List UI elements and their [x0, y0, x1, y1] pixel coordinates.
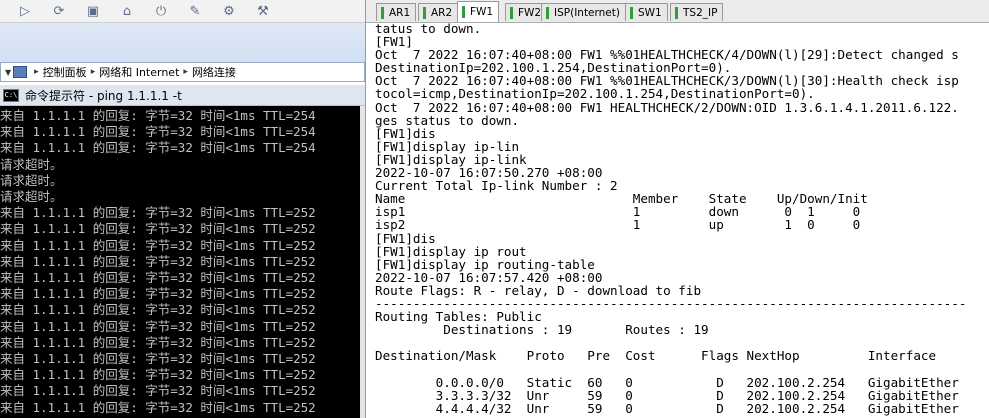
terminal-line: tocol=icmp,DestinationIp=202.100.1.254,D… — [375, 86, 815, 102]
tab-fw1[interactable]: FW1 — [457, 1, 500, 22]
terminal-line: 3.3.3.3/32 Unr 59 0 D 202.100.2.254 Giga… — [375, 387, 959, 403]
console-line: 来自 1.1.1.1 的回复: 字节=32 时间<1ms TTL=252 — [0, 351, 316, 367]
terminal-line: 4.4.4.4/32 Unr 59 0 D 202.100.2.254 Giga… — [375, 400, 959, 416]
terminal-line: [FW1]display ip routing-table — [375, 256, 595, 272]
terminal-line: [FW1]display ip-lin — [375, 138, 520, 154]
console-line: 来自 1.1.1.1 的回复: 字节=32 时间<1ms TTL=252 — [0, 302, 316, 318]
terminal-line: [FW1]dis — [375, 125, 436, 141]
status-indicator-icon — [546, 6, 549, 19]
tab-ar1[interactable]: AR1 — [376, 3, 417, 21]
terminal-line: Destination/Mask Proto Pre Cost Flags Ne… — [375, 348, 937, 364]
terminal-line: Oct 7 2022 16:07:40+08:00 FW1 HEALTHCHEC… — [375, 99, 959, 115]
terminal-line: Destinations : 19 Routes : 19 — [375, 322, 709, 338]
status-indicator-icon — [423, 6, 426, 19]
terminal-line: [FW1]dis — [375, 230, 436, 246]
breadcrumb-control-panel[interactable]: 控制面板 — [43, 64, 87, 80]
console-line: 来自 1.1.1.1 的回复: 字节=32 时间<1ms TTL=254 — [0, 124, 316, 140]
home-icon[interactable]: ⌂ — [118, 2, 136, 20]
right-pane: AR1 AR2 FW1 FW2 ISP(Internet) SW1 TS2_IP tatus… — [365, 0, 989, 418]
console-line: 来自 1.1.1.1 的回复: 字节=32 时间<1ms TTL=254 — [0, 140, 316, 156]
terminal-line: ges status to down. — [375, 112, 520, 128]
tab-label: SW1 — [638, 6, 662, 19]
tab-label: FW2 — [518, 6, 542, 19]
terminal-line: tatus to down. — [375, 22, 482, 36]
terminal-line: isp2 1 up 1 0 0 — [375, 217, 861, 233]
chevron-right-icon[interactable]: ▸ — [34, 67, 39, 77]
console-line: 来自 1.1.1.1 的回复: 字节=32 时间<1ms TTL=252 — [0, 221, 316, 237]
folder-icon — [13, 66, 28, 78]
console-line: 来自 1.1.1.1 的回复: 字节=32 时间<1ms TTL=252 — [0, 270, 316, 286]
tab-ts2-ip[interactable]: TS2_IP — [670, 3, 724, 21]
breadcrumb-network-connections[interactable]: 网络连接 — [192, 64, 236, 80]
console-line: 来自 1.1.1.1 的回复: 字节=32 时间<1ms TTL=252 — [0, 399, 316, 415]
console-line: 来自 1.1.1.1 的回复: 字节=32 时间<1ms TTL=252 — [0, 205, 316, 221]
console-line: 请求超时。 — [0, 172, 63, 188]
stop-icon[interactable]: ▣ — [84, 2, 102, 20]
status-indicator-icon — [510, 6, 513, 19]
terminal-line: 2022-10-07 16:07:57.420 +08:00 — [375, 269, 603, 285]
tab-label: AR2 — [431, 6, 453, 19]
tools-icon[interactable]: ⚒ — [254, 2, 272, 20]
vm-toolbar: ▷ ⟳ ▣ ⌂ ⏻ ✎ ⚙ ⚒ — [0, 0, 365, 23]
console-line: 来自 1.1.1.1 的回复: 字节=32 时间<1ms TTL=252 — [0, 286, 316, 302]
console-line: 来自 1.1.1.1 的回复: 字节=32 时间<1ms TTL=252 — [0, 383, 316, 399]
chevron-down-icon[interactable]: ▼ — [5, 68, 11, 77]
tab-label: ISP(Internet) — [554, 6, 620, 19]
device-tab-bar: AR1 AR2 FW1 FW2 ISP(Internet) SW1 TS2_IP — [366, 0, 989, 23]
terminal-line: [FW1]display ip rout — [375, 243, 527, 259]
tab-label: AR1 — [389, 6, 411, 19]
status-indicator-icon — [675, 6, 678, 19]
refresh-icon[interactable]: ⟳ — [50, 2, 68, 20]
console-line: 来自 1.1.1.1 的回复: 字节=32 时间<1ms TTL=252 — [0, 318, 316, 334]
fw1-terminal[interactable]: tatus to down. [FW1] Oct 7 2022 16:07:40+0… — [375, 22, 989, 418]
cmd-console[interactable]: 来自 1.1.1.1 的回复: 字节=32 时间<1ms TTL=254 来自 1… — [0, 106, 360, 418]
wrench-icon[interactable]: ✎ — [186, 2, 204, 20]
chevron-right-icon[interactable]: ▸ — [183, 67, 188, 77]
cmd-window-title-bar[interactable]: C:\ 命令提示符 - ping 1.1.1.1 -t — [0, 85, 365, 106]
tab-isp-internet[interactable]: ISP(Internet) — [541, 3, 626, 21]
console-line: 来自 1.1.1.1 的回复: 字节=32 时间<1ms TTL=252 — [0, 334, 316, 350]
status-indicator-icon — [462, 6, 465, 18]
left-pane: ▷ ⟳ ▣ ⌂ ⏻ ✎ ⚙ ⚒ ▼ ▸ 控制面板 ▸ 网络和 Internet ▸ 网络连接 … — [0, 0, 365, 418]
tab-ar2[interactable]: AR2 — [418, 3, 459, 21]
tab-label: TS2_IP — [683, 6, 718, 19]
play-icon[interactable]: ▷ — [16, 2, 34, 20]
cmd-window-title: 命令提示符 - ping 1.1.1.1 -t — [25, 88, 182, 103]
power-icon[interactable]: ⏻ — [152, 2, 170, 20]
terminal-line: 0.0.0.0/0 Static 60 0 D 202.100.2.254 Gi… — [375, 374, 959, 390]
console-line: 请求超时。 — [0, 189, 63, 205]
tab-label: FW1 — [470, 6, 494, 18]
cmd-icon: C:\ — [3, 88, 19, 102]
settings-icon[interactable]: ⚙ — [220, 2, 238, 20]
terminal-line: Route Flags: R - relay, D - download to … — [375, 282, 702, 298]
status-indicator-icon — [630, 6, 633, 19]
console-line: 来自 1.1.1.1 的回复: 字节=32 时间<1ms TTL=254 — [0, 108, 316, 123]
tab-sw1[interactable]: SW1 — [625, 3, 668, 21]
address-bar[interactable]: ▼ ▸ 控制面板 ▸ 网络和 Internet ▸ 网络连接 — [0, 62, 365, 82]
console-line: 来自 1.1.1.1 的回复: 字节=32 时间<1ms TTL=252 — [0, 237, 316, 253]
breadcrumb-network-internet[interactable]: 网络和 Internet — [99, 64, 179, 80]
console-line: 来自 1.1.1.1 的回复: 字节=32 时间<1ms TTL=252 — [0, 253, 316, 269]
console-line: 请求超时。 — [0, 156, 63, 172]
status-indicator-icon — [381, 6, 384, 19]
chevron-right-icon[interactable]: ▸ — [91, 67, 96, 77]
console-line: 来自 1.1.1.1 的回复: 字节=32 时间<1ms TTL=252 — [0, 367, 316, 383]
